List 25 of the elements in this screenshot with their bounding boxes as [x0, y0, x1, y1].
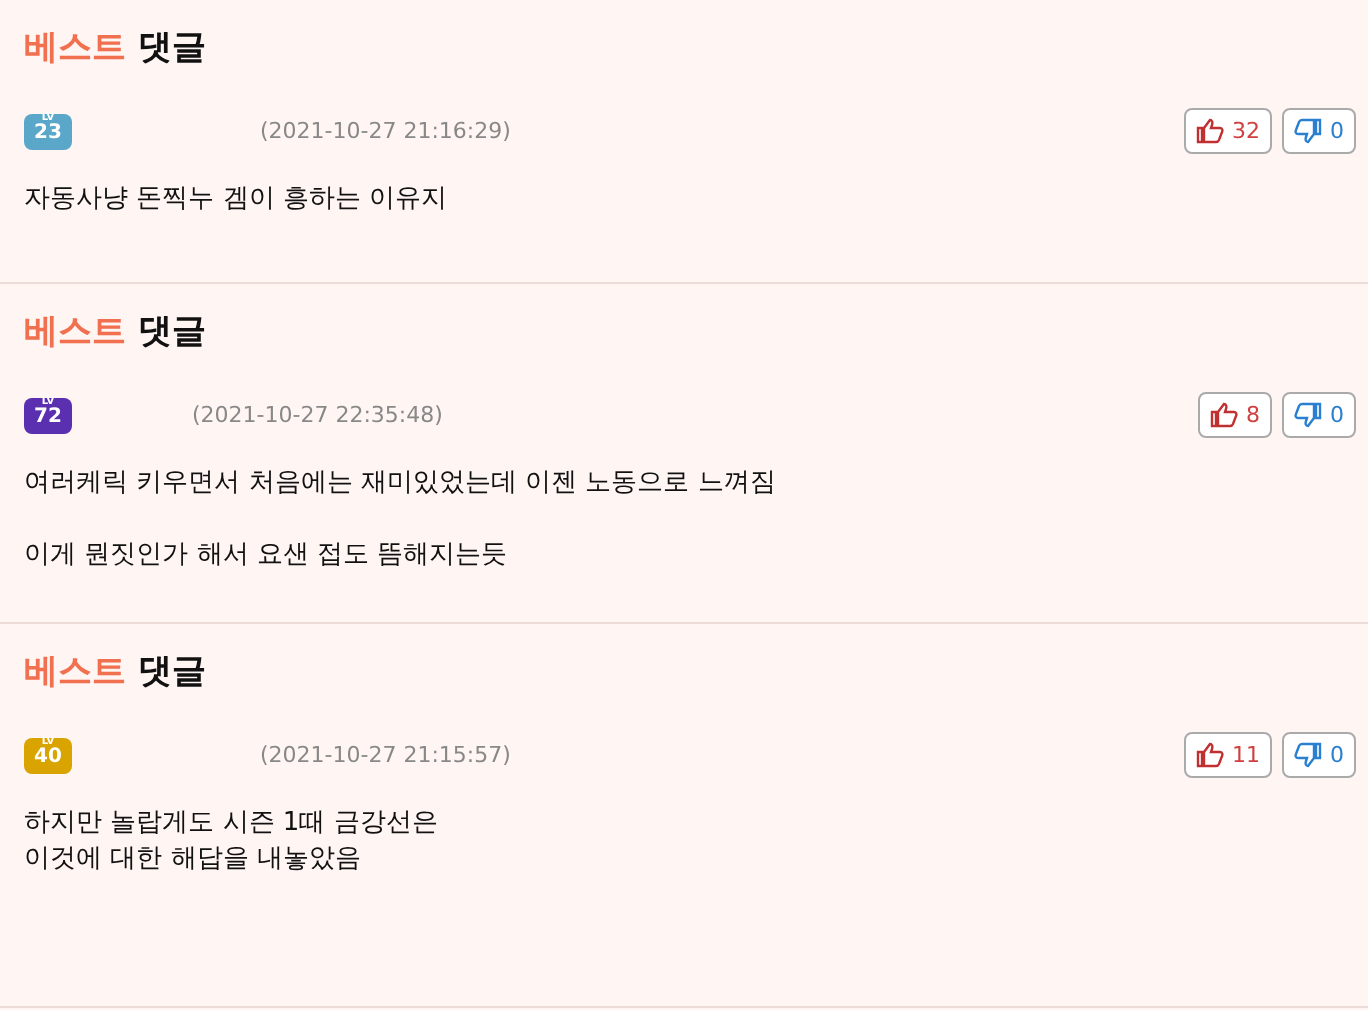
comment-label: 댓글	[138, 309, 206, 353]
comment-date: (2021-10-27 21:15:57)	[260, 742, 511, 768]
best-label: 베스트	[24, 649, 126, 693]
like-button[interactable]: 8	[1198, 392, 1272, 438]
comment-text: 자동사냥 돈찍누 겜이 흥하는 이유지	[24, 182, 450, 218]
comment-text: 이게 뭔짓인가 해서 요샌 접도 뜸해지는듯	[24, 538, 510, 574]
dislike-button[interactable]: 0	[1282, 392, 1356, 438]
comment-text: 여러케릭 키우면서 처음에는 재미있었는데 이젠 노동으로 느껴짐	[24, 466, 778, 502]
dislike-button[interactable]: 0	[1282, 108, 1356, 154]
like-button[interactable]: 11	[1184, 732, 1272, 778]
comment-text: 하지만 놀랍게도 시즌 1때 금강선은 이것에 대한 해답을 내놓았음	[24, 806, 440, 878]
thumbs-up-icon	[1196, 118, 1224, 144]
comment-label: 댓글	[138, 25, 206, 69]
comment-date: (2021-10-27 22:35:48)	[192, 402, 443, 428]
comment-label: 댓글	[138, 649, 206, 693]
comment-date: (2021-10-27 21:16:29)	[260, 118, 511, 144]
best-label: 베스트	[24, 25, 126, 69]
thumbs-down-icon	[1294, 118, 1322, 144]
thumbs-up-icon	[1196, 742, 1224, 768]
thumbs-up-icon	[1210, 402, 1238, 428]
like-button[interactable]: 32	[1184, 108, 1272, 154]
best-label: 베스트	[24, 309, 126, 353]
thumbs-down-icon	[1294, 402, 1322, 428]
thumbs-down-icon	[1294, 742, 1322, 768]
dislike-button[interactable]: 0	[1282, 732, 1356, 778]
